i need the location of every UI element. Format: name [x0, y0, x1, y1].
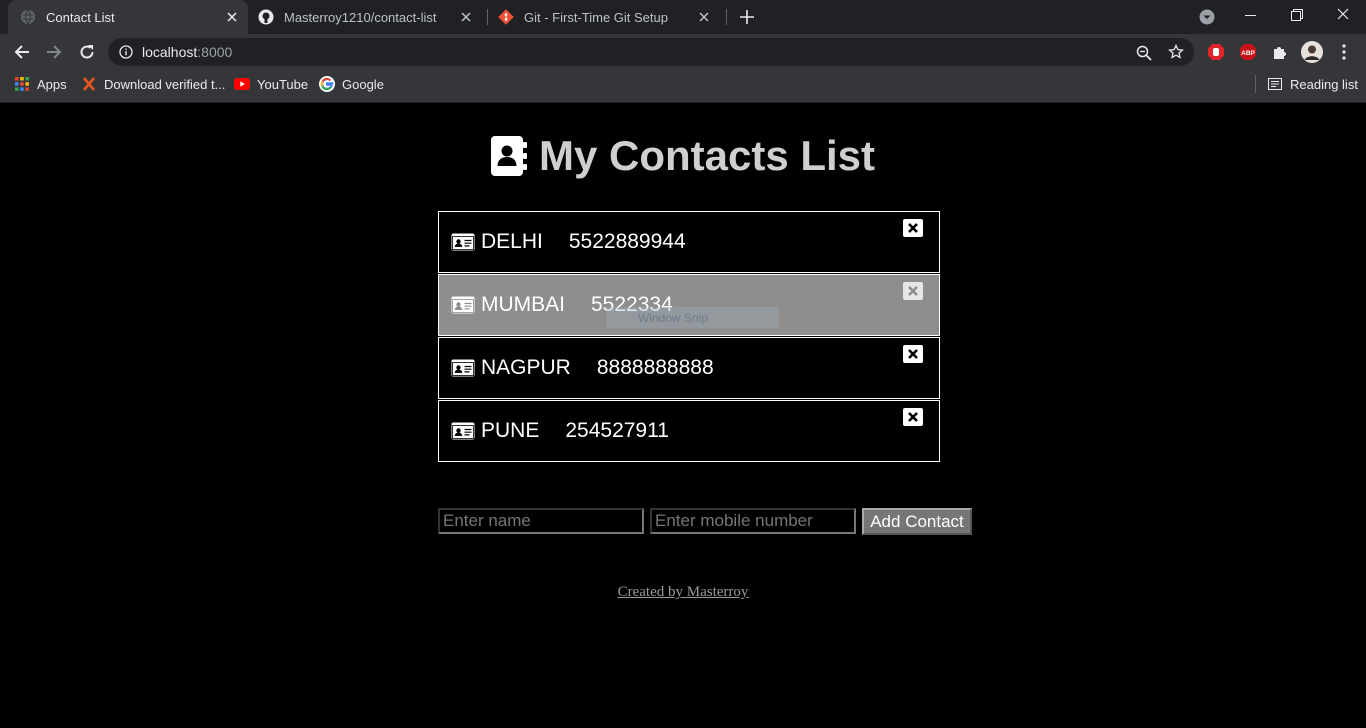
browser-menu-button[interactable] — [1334, 42, 1354, 62]
bookmark-label: Google — [342, 76, 384, 92]
reading-list-label: Reading list — [1290, 76, 1358, 92]
minimize-button[interactable] — [1240, 6, 1262, 26]
kebab-menu-icon — [1342, 44, 1346, 60]
window-snip-overlay: Window Snip — [606, 307, 779, 328]
tab-title: Contact List — [46, 9, 115, 25]
svg-text:ABP: ABP — [1241, 50, 1255, 57]
youtube-icon — [234, 76, 250, 92]
bookmark-download-verified[interactable]: Download verified t... — [81, 75, 225, 93]
close-icon — [908, 349, 918, 359]
zoom-icon[interactable] — [1135, 44, 1153, 62]
contact-phone: 8888888888 — [596, 356, 714, 379]
site-info-icon[interactable] — [118, 44, 134, 60]
close-tab-icon[interactable] — [224, 9, 240, 25]
bookmark-youtube[interactable]: YouTube — [234, 75, 308, 93]
id-card-icon — [451, 233, 475, 251]
contact-list: DELHI 5522889944 MUMBAI 5522334 NAGPUR 8… — [438, 211, 940, 463]
close-icon — [908, 412, 918, 422]
mobile-input[interactable] — [650, 508, 856, 534]
page-title-text: My Contacts List — [538, 132, 876, 179]
bookmark-star-icon[interactable] — [1167, 43, 1185, 61]
contact-name: NAGPUR — [481, 356, 571, 379]
apps-grid-icon — [14, 76, 30, 92]
bookmark-label: Download verified t... — [104, 76, 226, 92]
contact-row: NAGPUR 8888888888 — [438, 337, 940, 399]
delete-contact-button[interactable] — [903, 219, 923, 237]
reading-list-button[interactable]: Reading list — [1267, 75, 1358, 93]
close-icon — [1337, 8, 1349, 20]
url-port: :8000 — [197, 44, 233, 60]
arrow-left-icon — [14, 45, 29, 59]
contact-name: DELHI — [481, 230, 543, 253]
restore-icon — [1291, 9, 1303, 21]
address-book-icon — [490, 136, 527, 176]
bookmark-google[interactable]: Google — [319, 75, 384, 93]
delete-contact-button[interactable] — [903, 282, 923, 300]
restore-button[interactable] — [1286, 5, 1308, 25]
profile-avatar[interactable] — [1301, 41, 1323, 63]
tab-git-docs[interactable]: Git - First-Time Git Setup — [494, 0, 720, 34]
page-title: My Contacts List — [0, 132, 1366, 180]
id-card-icon — [451, 422, 475, 440]
globe-icon — [20, 9, 36, 25]
github-icon — [258, 9, 274, 25]
google-icon — [319, 76, 335, 92]
close-tab-icon[interactable] — [696, 9, 712, 25]
window-snip-label: Window Snip — [638, 310, 709, 325]
add-contact-form: Add Contact — [438, 508, 972, 535]
tab-title: Git - First-Time Git Setup — [524, 9, 668, 25]
contact-name: MUMBAI — [481, 293, 565, 316]
adblock-extension-icon[interactable] — [1206, 43, 1226, 61]
name-input[interactable] — [438, 508, 644, 534]
abp-extension-icon[interactable]: ABP — [1238, 43, 1258, 61]
minimize-icon — [1245, 15, 1256, 16]
back-button[interactable] — [11, 42, 33, 62]
reload-icon — [80, 45, 94, 59]
tab-search-button[interactable] — [1197, 7, 1217, 27]
reload-button[interactable] — [76, 42, 98, 62]
bookmarks-divider — [1255, 75, 1256, 93]
bookmark-label: YouTube — [257, 76, 309, 92]
contact-phone: 254527911 — [565, 419, 669, 442]
close-window-button[interactable] — [1332, 4, 1354, 24]
bookmark-apps[interactable]: Apps — [14, 75, 67, 93]
credit-link[interactable]: Created by Masterroy — [0, 584, 1366, 601]
git-icon — [498, 9, 514, 25]
contact-row: DELHI 5522889944 — [438, 211, 940, 273]
new-tab-button[interactable] — [737, 7, 757, 27]
close-icon — [908, 223, 918, 233]
forward-button[interactable] — [43, 42, 65, 62]
delete-contact-button[interactable] — [903, 345, 923, 363]
contact-row: PUNE 254527911 — [438, 400, 940, 462]
close-tab-icon[interactable] — [458, 9, 474, 25]
chevron-down-circle-icon — [1199, 9, 1215, 25]
delete-contact-button[interactable] — [903, 408, 923, 426]
contact-phone: 5522889944 — [568, 230, 686, 253]
arrow-right-icon — [47, 45, 62, 59]
contact-name: PUNE — [481, 419, 540, 442]
tab-contact-list[interactable]: Contact List — [8, 0, 248, 34]
tab-github[interactable]: Masterroy1210/contact-list — [256, 0, 482, 34]
url-host: localhost — [142, 44, 198, 60]
close-icon — [908, 286, 918, 296]
bookmark-label: Apps — [37, 76, 67, 92]
add-contact-button[interactable]: Add Contact — [862, 508, 972, 535]
x-logo-icon — [81, 76, 97, 92]
id-card-icon — [451, 296, 475, 314]
reading-list-icon — [1267, 76, 1283, 92]
tab-title: Masterroy1210/contact-list — [284, 9, 437, 25]
tab-separator — [487, 9, 488, 25]
address-bar[interactable] — [108, 38, 1194, 66]
plus-icon — [740, 10, 754, 24]
id-card-icon — [451, 359, 475, 377]
extensions-puzzle-icon[interactable] — [1270, 43, 1290, 61]
url-text[interactable]: localhost:8000 — [142, 44, 232, 60]
tab-separator — [726, 9, 727, 25]
